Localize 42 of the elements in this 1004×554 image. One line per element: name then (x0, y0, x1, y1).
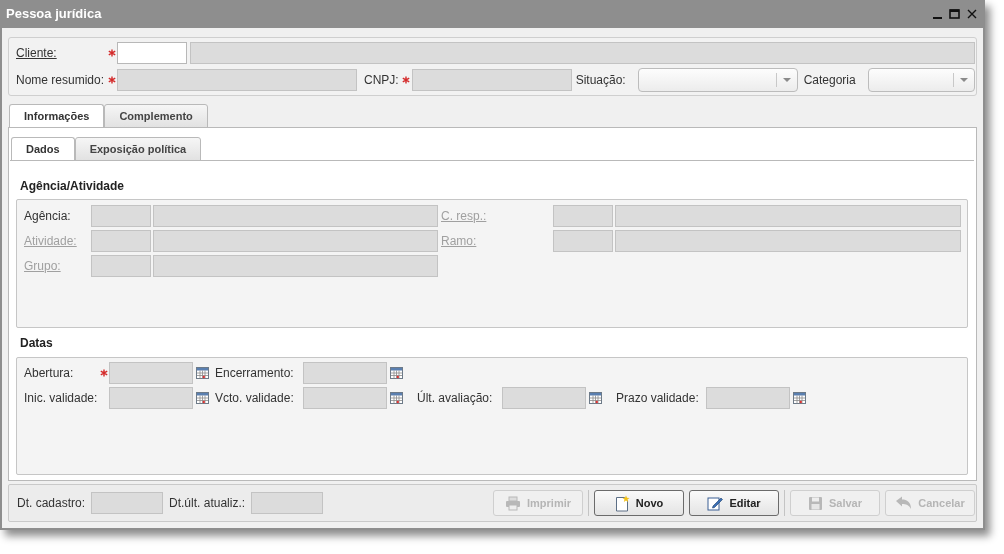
field-label: Dt. cadastro: (17, 495, 86, 512)
field-label: Últ. avaliação: (417, 389, 493, 407)
pencil-icon (707, 495, 724, 511)
required-icon (107, 49, 116, 57)
field-label: Nome resumido: (16, 72, 106, 89)
tab[interactable]: Complemento (104, 104, 208, 128)
window-title: Pessoa jurídica (6, 5, 102, 24)
field-label: Dt.últ. atualiz.: (169, 495, 246, 512)
tab[interactable]: Exposição política (74, 137, 202, 161)
new-document-icon (614, 494, 630, 512)
section-title: Agência/Atividade (20, 178, 126, 195)
tab[interactable]: Informações (9, 104, 105, 128)
field-label: CNPJ: (364, 72, 399, 89)
close-icon[interactable] (967, 9, 977, 19)
field-label: Prazo validade: (616, 390, 699, 407)
dropdown[interactable] (637, 68, 798, 92)
undo-arrow-icon (895, 496, 913, 510)
toolbar-button[interactable]: Editar (689, 490, 779, 516)
field-label: Encerramento: (215, 365, 294, 382)
calendar-icon[interactable] (390, 392, 403, 404)
field-label: Situação: (575, 72, 627, 89)
field-label[interactable]: Cliente: (16, 44, 106, 62)
text-field[interactable] (117, 42, 187, 64)
field-label: Abertura: (24, 365, 74, 382)
calendar-icon[interactable] (589, 392, 602, 404)
calendar-icon[interactable] (390, 367, 403, 379)
printer-icon (505, 495, 521, 511)
calendar-icon[interactable] (196, 392, 209, 404)
field-label: Agência: (24, 208, 72, 225)
calendar-icon[interactable] (196, 367, 209, 379)
toolbar-button[interactable]: Novo (594, 490, 684, 516)
section-title: Datas (20, 335, 54, 352)
required-icon (107, 76, 116, 84)
required-icon (402, 76, 411, 84)
field-label: Categoria (803, 72, 857, 89)
field-label: Inic. validade: (24, 390, 98, 407)
dropdown[interactable] (867, 68, 975, 92)
tab[interactable]: Dados (11, 137, 75, 161)
calendar-icon[interactable] (793, 392, 806, 404)
required-icon (99, 369, 108, 377)
field-label: Vcto. validade: (215, 390, 294, 407)
maximize-icon[interactable] (949, 9, 960, 19)
